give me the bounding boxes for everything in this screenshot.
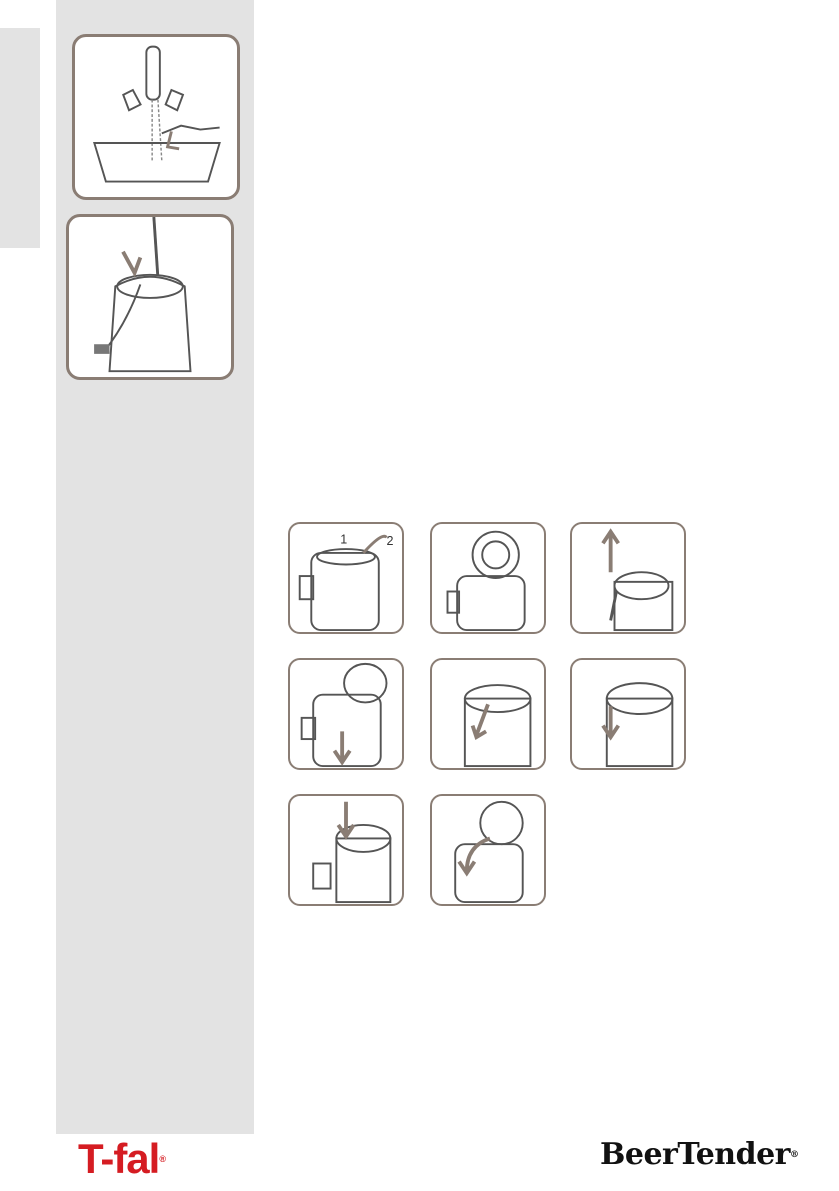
step-8-thumbnail bbox=[430, 794, 546, 906]
tfal-logo: T-fal® bbox=[78, 1135, 166, 1182]
step-6-thumbnail bbox=[570, 658, 686, 770]
close-lid-icon bbox=[454, 800, 524, 904]
step-label-1: 1 bbox=[340, 532, 347, 546]
faucet-rinse-icon bbox=[93, 45, 221, 183]
push-tap-icon bbox=[312, 801, 392, 904]
step-4-thumbnail bbox=[288, 658, 404, 770]
step-2-thumbnail bbox=[430, 522, 546, 634]
lid-up-icon bbox=[446, 530, 526, 632]
open-lid-icon: 1 2 bbox=[298, 532, 394, 632]
lift-tap-icon bbox=[601, 528, 674, 632]
step-7-thumbnail bbox=[288, 794, 404, 906]
step-3-thumbnail bbox=[570, 522, 686, 634]
lock-tap-icon bbox=[601, 682, 674, 768]
rinse-illustration-panel bbox=[72, 34, 240, 200]
step-1-thumbnail: 1 2 bbox=[288, 522, 404, 634]
step-5-thumbnail bbox=[430, 658, 546, 770]
step-label-2: 2 bbox=[387, 534, 394, 548]
keg-insert-icon bbox=[94, 217, 192, 373]
keg-insert-illustration-panel bbox=[66, 214, 234, 380]
side-tab bbox=[0, 28, 40, 248]
insert-tube-icon bbox=[463, 684, 532, 768]
beertender-logo: BeerTender® bbox=[600, 1137, 799, 1172]
press-down-icon bbox=[300, 662, 388, 768]
